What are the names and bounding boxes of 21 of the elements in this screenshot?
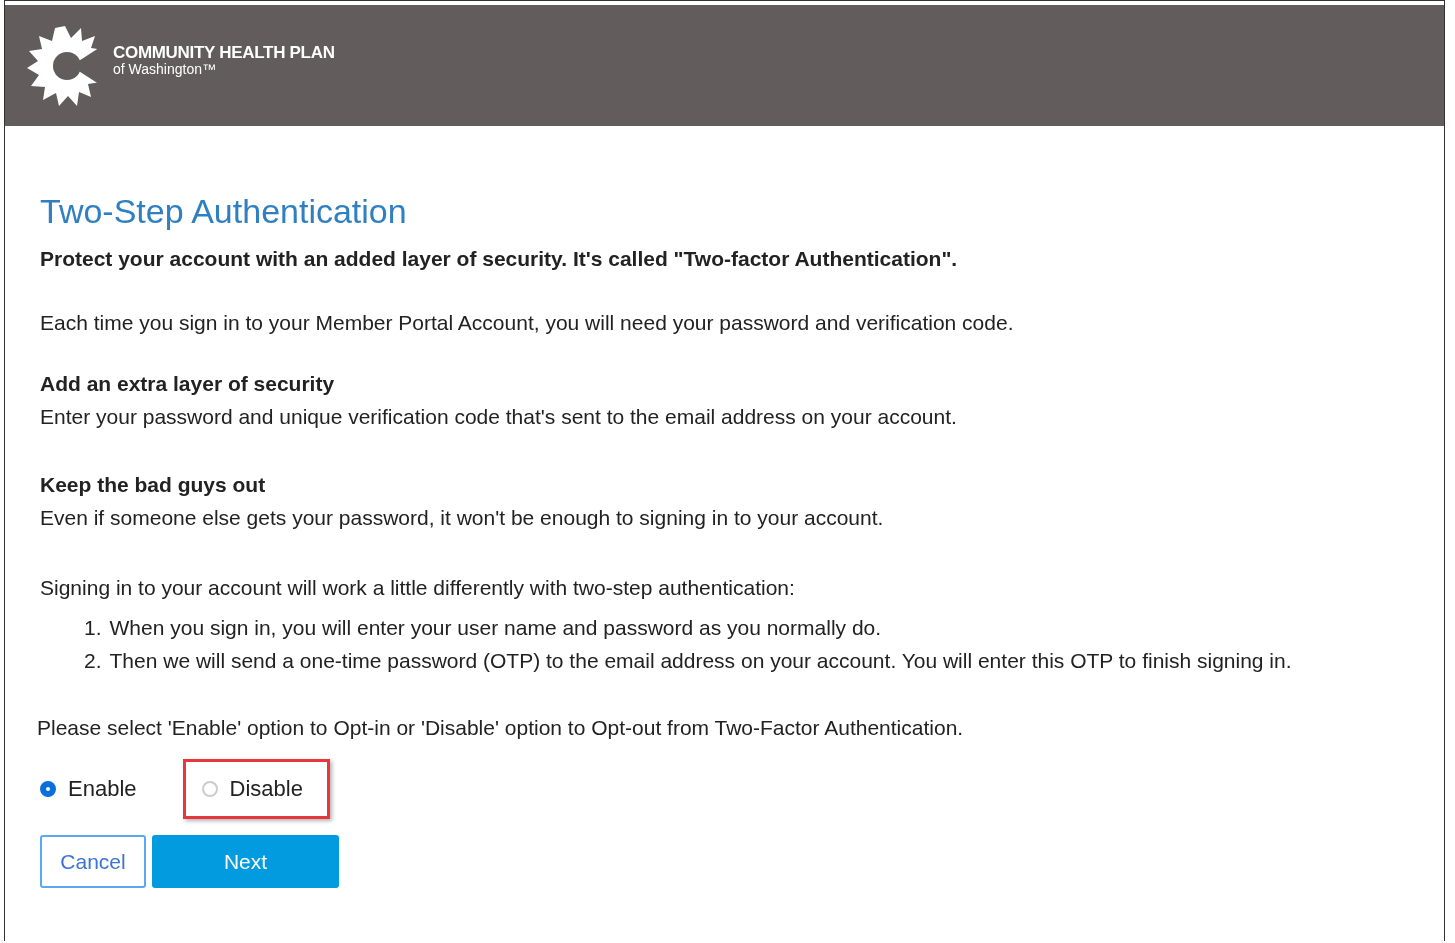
step-number: 1. [84, 616, 102, 640]
radio-button[interactable] [40, 781, 56, 797]
section-text: Enter your password and unique verification code that's sent to the email address on your account. [40, 404, 958, 430]
section-text: Even if someone else gets your password, it won't be enough to signing in to your account. [40, 505, 885, 531]
step-number: 2. [84, 649, 102, 673]
radio-option[interactable]: Enable [40, 762, 137, 816]
page-title: Two-Step Authentication [40, 192, 408, 231]
section-heading: Keep the bad guys out [40, 472, 267, 498]
prompt-text: Please select 'Enable' option to Opt-in or 'Disable' option to Opt-out from Two-Factor Authentication. [37, 716, 965, 740]
step-text: Then we will send a one-time password (OTP) to the email address on your account. You will enter this OTP to finish signing in. [109, 649, 1292, 673]
step-text: When you sign in, you will enter your user name and password as you normally do. [109, 616, 882, 640]
sun-logo-icon [25, 23, 105, 108]
section-heading: Add an extra layer of security [40, 371, 336, 397]
steps-intro: Signing in to your account will work a little differently with two-step authentication: [40, 576, 796, 600]
logo-subtitle: of Washington™ [113, 60, 217, 77]
logo-name: COMMUNITY HEALTH PLAN [113, 42, 335, 63]
option-label[interactable]: Enable [68, 776, 137, 802]
cancel-button[interactable]: Cancel [40, 835, 146, 888]
intro-text: Each time you sign in to your Member Portal Account, you will need your password and verification code. [40, 311, 1015, 335]
option-label[interactable]: Disable [229, 776, 303, 802]
lead-text: Protect your account with an added layer of security. It's called "Two-factor Authentication". [40, 247, 959, 271]
